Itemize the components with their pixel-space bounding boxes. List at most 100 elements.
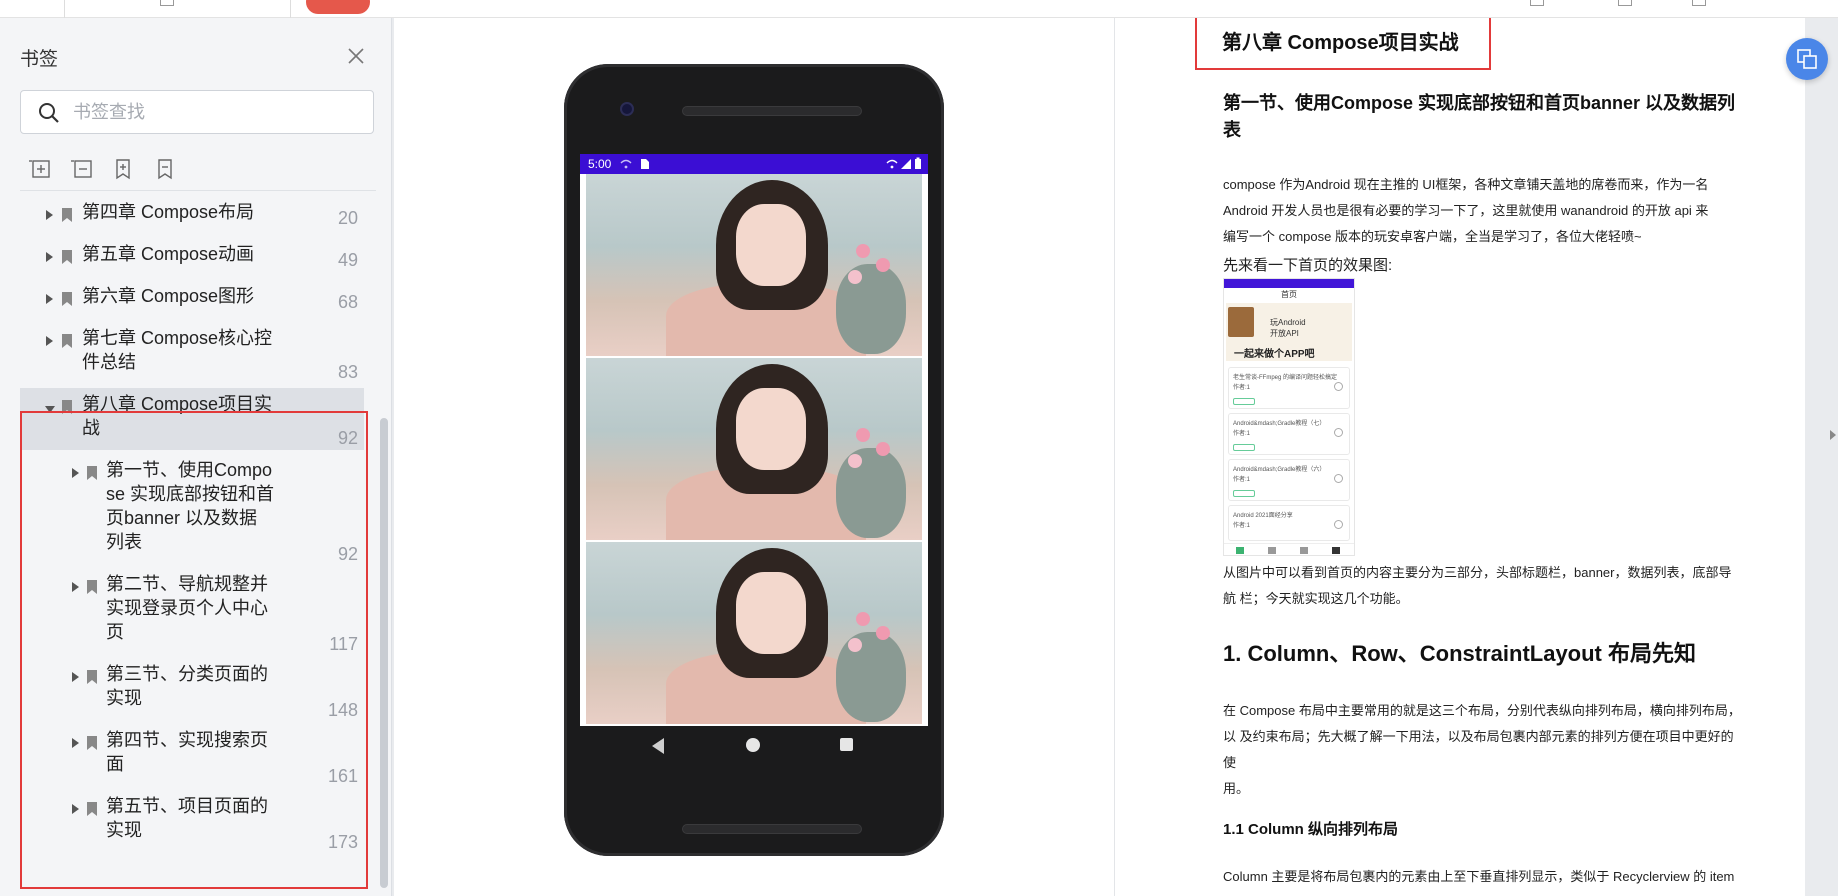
banner-text: 玩Android 开放API [1270, 317, 1306, 339]
banner-text-line: 玩Android [1270, 318, 1306, 327]
phone-speaker [682, 106, 862, 116]
heart-icon [1334, 428, 1343, 437]
photo-image [586, 358, 922, 540]
bookmark-item[interactable]: 第四章 Compose布局 20 [20, 196, 364, 234]
tab-icon [1300, 547, 1308, 554]
tag-badge [1233, 490, 1255, 497]
bookmark-icon [62, 250, 72, 264]
expand-arrow-icon[interactable] [46, 294, 53, 304]
bookmark-page-number: 20 [337, 208, 358, 228]
bookmark-label: 第五章 Compose动画 [82, 244, 255, 264]
paragraph-line: 在 Compose 布局中主要常用的就是这三个布局，分别代表纵向排列布局，横向排… [1223, 703, 1741, 718]
phone-status-bar: 5:00 [580, 154, 928, 174]
toolbar-icon[interactable] [1618, 0, 1632, 6]
close-icon[interactable] [344, 44, 368, 68]
bookmark-page-number: 83 [337, 362, 358, 382]
phone-navigation-bar [580, 726, 928, 766]
screenshot-banner: 玩Android 开放API 一起来做个APP吧 [1226, 303, 1352, 361]
list-item-title: Android&mdash;Gradle教程（七） [1233, 421, 1326, 427]
bookmark-search-box[interactable] [20, 90, 374, 134]
list-item: Android 2021面经分享 作者:1 [1228, 505, 1350, 541]
bookmark-page-number: 49 [337, 250, 358, 270]
banner-slogan: 一起来做个APP吧 [1234, 349, 1315, 360]
sidebar-scrollbar[interactable] [380, 418, 388, 888]
toolbar-icon[interactable] [1692, 0, 1706, 6]
tab-icon [1268, 547, 1276, 554]
translate-float-button[interactable] [1786, 38, 1828, 80]
battery-icon [915, 157, 921, 169]
paragraph-line: Column 主要是将布局包裹内的元素由上至下垂直排列显示，类似于 Recycl… [1223, 869, 1735, 884]
wifi-icon [620, 159, 632, 169]
paragraph-line: compose 作为Android 现在主推的 UI框架，各种文章铺天盖地的席卷… [1223, 177, 1709, 192]
translate-icon [1797, 49, 1817, 69]
list-item: 老生常谈-FFmpeg 的编译问题轻松搞定 作者:1 [1228, 367, 1350, 409]
document-page-left: 5:00 [394, 18, 1114, 896]
paragraph-line: Android 开发人员也是很有必要的学习一下了，这里就使用 wanandroi… [1223, 203, 1709, 218]
paragraph-line: 航 栏；今天就实现这几个功能。 [1223, 591, 1409, 606]
bookmark-label: 第七章 Compose核心控 [82, 328, 273, 348]
bookmark-icon [62, 292, 72, 306]
bookmark-item[interactable]: 第六章 Compose图形 68 [20, 280, 364, 318]
bookmark-insert-icon[interactable] [110, 156, 136, 182]
red-toolbar-button[interactable] [306, 0, 370, 14]
toolbar-divider [290, 0, 291, 18]
banner-text-line: 开放API [1270, 329, 1299, 338]
screenshot-status-bar [1224, 279, 1354, 288]
bookmark-label: 件总结 [82, 352, 136, 372]
recent-apps-icon [840, 738, 853, 751]
bookmark-icon[interactable] [152, 156, 178, 182]
heading-1: 1. Column、Row、ConstraintLayout 布局先知 [1223, 641, 1697, 666]
profile-tab-icon [1332, 547, 1340, 554]
highlight-box [20, 411, 368, 889]
heart-icon [1334, 474, 1343, 483]
list-item-title: 老生常谈-FFmpeg 的编译问题轻松搞定 [1233, 375, 1338, 381]
sidebar-title: 书签 [20, 49, 59, 70]
expand-arrow-icon[interactable] [46, 210, 53, 220]
photo-image [586, 174, 922, 356]
chapter-title: 第八章 Compose项目实战 [1222, 32, 1459, 54]
list-item-title: Android&mdash;Gradle教程（六） [1233, 467, 1326, 473]
bookmark-search-input[interactable] [73, 99, 353, 125]
intro-text: 先来看一下首页的效果图: [1223, 257, 1393, 274]
list-item: Android&mdash;Gradle教程（七） 作者:1 [1228, 413, 1350, 455]
paragraph-line: 从图片中可以看到首页的内容主要分为三部分，头部标题栏，banner，数据列表，底… [1223, 565, 1732, 580]
bookmark-item[interactable]: 第七章 Compose核心控 件总结 83 [20, 322, 364, 384]
screenshot-title: 首页 [1281, 290, 1297, 299]
bookmark-icon [62, 208, 72, 222]
document-page-right: 第八章 Compose项目实战 第一节、使用Compose 实现底部按钮和首页b… [1115, 18, 1805, 896]
paragraph: compose 作为Android 现在主推的 UI框架，各种文章铺天盖地的席卷… [1223, 172, 1743, 250]
cell-signal-icon [901, 159, 911, 169]
screenshot-tab-bar [1224, 543, 1354, 557]
bookmark-item[interactable]: 第五章 Compose动画 49 [20, 238, 364, 276]
section-title-line: 第一节、使用Compose 实现底部按钮和首页banner 以及数据列 [1223, 93, 1736, 113]
add-bookmark-icon[interactable] [28, 156, 54, 182]
phone-speaker [682, 824, 862, 834]
list-item: Android&mdash;Gradle教程（六） 作者:1 [1228, 459, 1350, 501]
bookmark-label: 第六章 Compose图形 [82, 286, 255, 306]
home-tab-icon [1236, 547, 1244, 554]
list-item-author: 作者:1 [1233, 477, 1251, 483]
list-item-author: 作者:1 [1233, 431, 1251, 437]
phone-screen: 5:00 [580, 154, 928, 726]
camera-icon [620, 102, 634, 116]
wifi-signal-icon [886, 159, 898, 169]
expand-arrow-icon[interactable] [46, 336, 53, 346]
paragraph: 从图片中可以看到首页的内容主要分为三部分，头部标题栏，banner，数据列表，底… [1223, 560, 1743, 612]
toolbar-divider [64, 0, 65, 18]
bookmark-sidebar: 书签 书签查找 第四章 Compose布局 20 第五章 Compose动画 4… [0, 18, 392, 896]
back-icon [652, 738, 664, 754]
paragraph-line: 用。 [1223, 781, 1250, 796]
paragraph-line: 编写一个 compose 版本的玩安卓客户端，全当是学习了，各位大佬轻喷~ [1223, 229, 1642, 244]
toolbar-icon[interactable] [1530, 0, 1544, 6]
toolbar-icon[interactable] [160, 0, 174, 6]
bookmark-page-number: 68 [337, 292, 358, 312]
bookmark-label: 第四章 Compose布局 [82, 202, 255, 222]
list-item-title: Android 2021面经分享 [1233, 513, 1293, 519]
paragraph: Column 主要是将布局包裹内的元素由上至下垂直排列显示，类似于 Recycl… [1223, 864, 1743, 890]
remove-bookmark-icon[interactable] [70, 156, 96, 182]
expand-arrow-icon[interactable] [46, 252, 53, 262]
search-icon [39, 103, 59, 123]
tag-badge [1233, 444, 1255, 451]
next-page-arrow-icon[interactable] [1830, 430, 1836, 440]
heading-2: 1.1 Column 纵向排列布局 [1223, 821, 1399, 838]
